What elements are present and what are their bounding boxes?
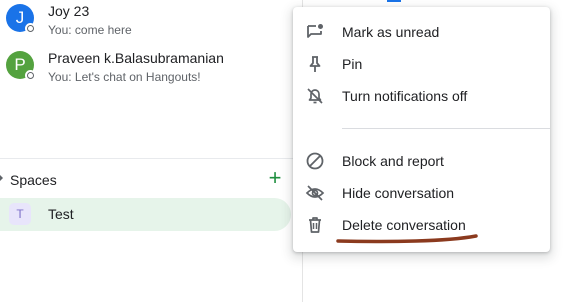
hide-icon xyxy=(305,185,325,201)
contact-row-praveen[interactable]: P Praveen k.Balasubramanian You: Let's c… xyxy=(0,44,290,88)
menu-item-label: Pin xyxy=(342,56,363,72)
trash-icon xyxy=(309,217,321,233)
menu-divider xyxy=(342,128,550,129)
avatar-initial: P xyxy=(14,55,26,74)
space-item-test[interactable]: T Test xyxy=(0,198,291,231)
menu-item-mark-as-unread[interactable]: Mark as unread xyxy=(293,16,550,48)
menu-item-pin[interactable]: Pin xyxy=(293,48,550,80)
annotation-underline xyxy=(336,234,478,244)
avatar: J xyxy=(6,4,36,34)
menu-item-block-and-report[interactable]: Block and report xyxy=(293,145,550,177)
collapse-caret-icon[interactable] xyxy=(0,173,4,183)
menu-item-label: Turn notifications off xyxy=(342,88,468,104)
avatar-initial: J xyxy=(15,8,25,27)
contact-name: Joy 23 xyxy=(48,3,90,19)
conversation-context-menu: Mark as unread Pin Turn notifications of… xyxy=(293,7,550,252)
notifications-off-icon xyxy=(307,88,323,104)
chat-list: J Joy 23 You: come here P Praveen k.Bala… xyxy=(0,0,303,302)
active-tab-indicator xyxy=(387,0,401,2)
contact-name: Praveen k.Balasubramanian xyxy=(48,50,224,66)
space-name: Test xyxy=(48,206,74,222)
contact-row-joy[interactable]: J Joy 23 You: come here xyxy=(0,0,290,41)
presence-status-icon xyxy=(25,23,36,34)
block-icon xyxy=(306,152,324,170)
plus-icon[interactable]: + xyxy=(265,167,285,190)
section-divider xyxy=(0,158,302,159)
message-preview: You: Let's chat on Hangouts! xyxy=(48,70,201,84)
mark-unread-icon xyxy=(307,24,323,38)
menu-item-hide-conversation[interactable]: Hide conversation xyxy=(293,177,550,209)
menu-item-label: Mark as unread xyxy=(342,24,440,40)
spaces-header[interactable]: Spaces xyxy=(10,172,57,188)
pin-icon xyxy=(309,56,321,72)
menu-item-label: Delete conversation xyxy=(342,217,466,233)
message-preview: You: come here xyxy=(48,23,132,37)
presence-status-icon xyxy=(25,70,36,81)
space-avatar: T xyxy=(9,203,31,225)
menu-item-turn-notifications-off[interactable]: Turn notifications off xyxy=(293,80,550,112)
avatar: P xyxy=(6,51,36,81)
menu-item-label: Block and report xyxy=(342,153,444,169)
menu-item-label: Hide conversation xyxy=(342,185,455,201)
